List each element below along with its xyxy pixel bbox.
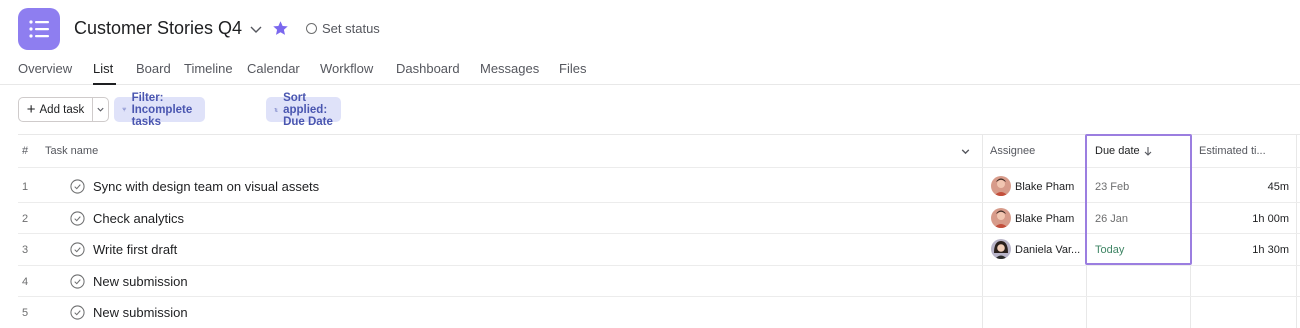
column-header-estimated-time[interactable]: Estimated ti... (1199, 145, 1266, 157)
add-task-button[interactable]: + Add task (18, 97, 92, 122)
column-header-task-name[interactable]: Task name (45, 145, 98, 157)
filter-chip[interactable]: Filter: Incomplete tasks (114, 92, 205, 128)
row-number: 5 (22, 307, 29, 319)
active-tab-indicator (93, 83, 116, 85)
task-row[interactable]: 1 Sync with design team on visual assets… (0, 171, 1300, 202)
project-title[interactable]: Customer Stories Q4 (74, 18, 242, 39)
avatar[interactable] (991, 239, 1011, 259)
estimated-time[interactable]: 1h 30m (1252, 244, 1289, 256)
plus-icon: + (26, 100, 36, 118)
sort-label: Sort applied: Due Date (283, 91, 333, 128)
header-bottom-border (18, 167, 1300, 168)
assignee-name[interactable]: Blake Pham (1015, 181, 1074, 193)
row-number: 1 (22, 181, 29, 193)
project-icon[interactable] (18, 8, 60, 50)
task-name[interactable]: New submission (93, 305, 188, 320)
due-date[interactable]: 23 Feb (1095, 181, 1129, 193)
task-row[interactable]: 3 Write first draft Daniela Var... Today… (0, 234, 1300, 265)
tab-files[interactable]: Files (559, 61, 586, 76)
task-row[interactable]: 5 New submission (0, 297, 1300, 328)
task-name[interactable]: Sync with design team on visual assets (93, 179, 319, 194)
check-circle-icon[interactable] (70, 242, 85, 257)
arrow-down-icon (1144, 147, 1152, 156)
tab-overview[interactable]: Overview (18, 61, 72, 76)
add-task-label: Add task (39, 103, 85, 116)
tab-calendar[interactable]: Calendar (247, 61, 300, 76)
avatar[interactable] (991, 208, 1011, 228)
tab-list[interactable]: List (93, 61, 113, 76)
tab-board[interactable]: Board (136, 61, 171, 76)
check-circle-icon[interactable] (70, 179, 85, 194)
status-circle-icon (306, 23, 317, 34)
tab-messages[interactable]: Messages (480, 61, 539, 76)
row-number: 4 (22, 276, 29, 288)
task-row[interactable]: 2 Check analytics Blake Pham 26 Jan 1h 0… (0, 203, 1300, 234)
chevron-down-icon[interactable] (960, 146, 971, 157)
avatar[interactable] (991, 176, 1011, 196)
set-status-button[interactable]: Set status (306, 21, 380, 36)
row-number: 2 (22, 213, 29, 225)
due-date[interactable]: Today (1095, 244, 1124, 256)
column-header-number: # (22, 145, 29, 157)
sort-icon (274, 107, 278, 112)
estimated-time[interactable]: 45m (1268, 181, 1289, 193)
chevron-down-icon (97, 107, 104, 112)
sort-chip[interactable]: Sort applied: Due Date (266, 92, 342, 128)
tab-timeline[interactable]: Timeline (184, 61, 233, 76)
tab-dashboard[interactable]: Dashboard (396, 61, 460, 76)
tab-workflow[interactable]: Workflow (320, 61, 373, 76)
task-name[interactable]: Check analytics (93, 211, 184, 226)
row-number: 3 (22, 244, 29, 256)
column-header-assignee[interactable]: Assignee (990, 145, 1035, 157)
filter-icon (122, 107, 127, 112)
set-status-label: Set status (322, 21, 380, 36)
assignee-name[interactable]: Daniela Var... (1015, 244, 1080, 256)
chevron-down-icon[interactable] (248, 21, 264, 37)
due-date[interactable]: 26 Jan (1095, 213, 1128, 225)
filter-label: Filter: Incomplete tasks (131, 91, 193, 128)
task-row[interactable]: 4 New submission (0, 266, 1300, 297)
star-icon[interactable] (272, 20, 289, 37)
task-name[interactable]: New submission (93, 274, 188, 289)
project-tabs: Overview List Board Timeline Calendar Wo… (0, 52, 1300, 85)
list-icon (29, 20, 49, 38)
add-task-dropdown-button[interactable] (92, 97, 109, 122)
check-circle-icon[interactable] (70, 211, 85, 226)
table-top-border (18, 134, 1300, 135)
column-header-due-date[interactable]: Due date (1095, 145, 1140, 157)
assignee-name[interactable]: Blake Pham (1015, 213, 1074, 225)
estimated-time[interactable]: 1h 00m (1252, 213, 1289, 225)
task-name[interactable]: Write first draft (93, 242, 177, 257)
check-circle-icon[interactable] (70, 305, 85, 320)
check-circle-icon[interactable] (70, 274, 85, 289)
